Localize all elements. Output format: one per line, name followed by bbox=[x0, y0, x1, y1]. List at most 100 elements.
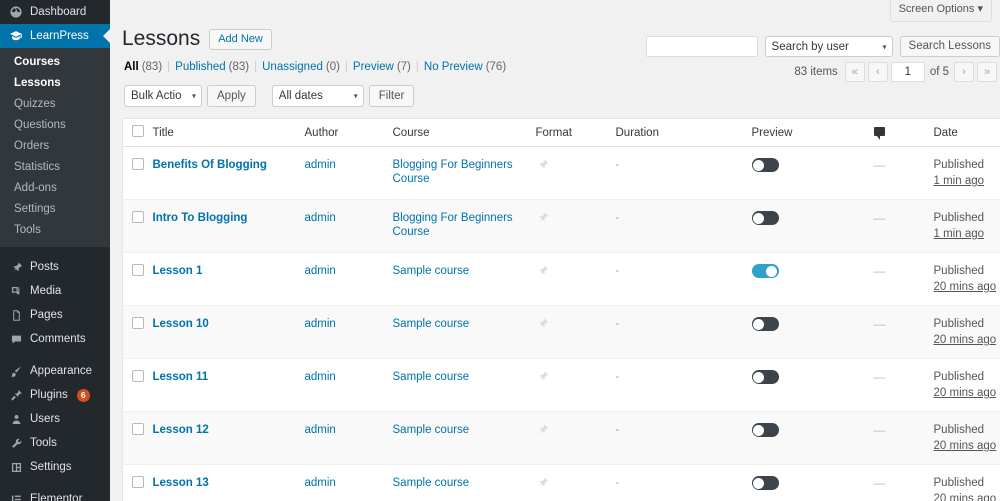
lesson-title-link[interactable]: Lesson 11 bbox=[153, 371, 209, 383]
author-link[interactable]: admin bbox=[305, 159, 336, 171]
column-comments[interactable] bbox=[873, 118, 934, 147]
filter-link-unassigned[interactable]: Unassigned bbox=[262, 61, 323, 73]
course-link[interactable]: Sample course bbox=[393, 477, 470, 489]
course-link[interactable]: Blogging For Beginners Course bbox=[393, 159, 513, 185]
row-checkbox[interactable] bbox=[132, 264, 144, 276]
column-author[interactable]: Author bbox=[304, 118, 393, 147]
course-link[interactable]: Blogging For Beginners Course bbox=[393, 212, 513, 238]
row-checkbox[interactable] bbox=[132, 423, 144, 435]
author-link[interactable]: admin bbox=[305, 371, 336, 383]
row-date-cell: Published 20 mins ago bbox=[933, 411, 1000, 465]
sidebar-item-label: Media bbox=[30, 285, 62, 297]
sidebar-item-media[interactable]: Media bbox=[0, 279, 110, 303]
author-link[interactable]: admin bbox=[305, 424, 336, 436]
row-author-cell: admin bbox=[304, 411, 393, 465]
all-dates-select[interactable]: All dates bbox=[271, 85, 364, 107]
lesson-title-link[interactable]: Intro To Blogging bbox=[153, 212, 248, 224]
search-lessons-button[interactable]: Search Lessons bbox=[899, 36, 1000, 57]
sidebar-subitem-statistics[interactable]: Statistics bbox=[0, 157, 110, 178]
sidebar-item-users[interactable]: Users bbox=[0, 407, 110, 431]
sidebar-item-appearance[interactable]: Appearance bbox=[0, 359, 110, 383]
post-date: 1 min ago bbox=[933, 228, 985, 240]
filter-count-preview: (7) bbox=[396, 61, 411, 73]
row-checkbox[interactable] bbox=[132, 211, 144, 223]
filter-link-all[interactable]: All bbox=[124, 61, 139, 73]
sidebar-item-plugins[interactable]: Plugins 6 bbox=[0, 383, 110, 407]
admin-sidebar: Dashboard LearnPress Courses Lessons Qui… bbox=[0, 0, 110, 501]
preview-toggle[interactable] bbox=[751, 370, 779, 384]
filter-link-preview[interactable]: Preview bbox=[353, 61, 394, 73]
add-new-button[interactable]: Add New bbox=[209, 28, 272, 50]
last-page-button[interactable]: » bbox=[977, 62, 997, 82]
sidebar-item-pages[interactable]: Pages bbox=[0, 303, 110, 327]
sidebar-item-comments[interactable]: Comments bbox=[0, 327, 110, 351]
row-checkbox-cell bbox=[122, 146, 153, 200]
column-duration[interactable]: Duration bbox=[615, 118, 752, 147]
column-format[interactable]: Format bbox=[535, 118, 616, 147]
sidebar-item-dashboard[interactable]: Dashboard bbox=[0, 0, 110, 24]
row-checkbox[interactable] bbox=[132, 370, 144, 382]
next-page-button[interactable]: › bbox=[954, 62, 974, 82]
toggle-knob bbox=[753, 477, 764, 489]
author-link[interactable]: admin bbox=[305, 265, 336, 277]
row-date-cell: Published 20 mins ago bbox=[933, 305, 1000, 359]
lesson-title-link[interactable]: Lesson 10 bbox=[153, 318, 209, 330]
sidebar-item-learnpress[interactable]: LearnPress bbox=[0, 24, 110, 48]
course-link[interactable]: Sample course bbox=[393, 318, 470, 330]
lesson-title-link[interactable]: Lesson 12 bbox=[153, 424, 209, 436]
column-course[interactable]: Course bbox=[392, 118, 536, 147]
sidebar-subitem-addons[interactable]: Add-ons bbox=[0, 178, 110, 199]
course-link[interactable]: Sample course bbox=[393, 424, 470, 436]
course-link[interactable]: Sample course bbox=[393, 371, 470, 383]
sidebar-subitem-lessons[interactable]: Lessons bbox=[0, 73, 110, 94]
filter-link-no-preview[interactable]: No Preview bbox=[424, 61, 483, 73]
apply-button[interactable]: Apply bbox=[207, 85, 256, 107]
row-duration-cell: - bbox=[615, 146, 752, 200]
column-date[interactable]: Date bbox=[933, 118, 1000, 147]
filter-button[interactable]: Filter bbox=[368, 85, 415, 107]
first-page-button[interactable]: « bbox=[844, 62, 865, 82]
course-link[interactable]: Sample course bbox=[393, 265, 470, 277]
screen-options-button[interactable]: Screen Options ▾ bbox=[889, 0, 992, 22]
search-input[interactable] bbox=[645, 36, 758, 57]
sidebar-subitem-orders[interactable]: Orders bbox=[0, 136, 110, 157]
duration-value: - bbox=[615, 318, 620, 330]
sidebar-subitem-settings[interactable]: Settings bbox=[0, 199, 110, 220]
row-checkbox-cell bbox=[122, 305, 153, 359]
sidebar-item-settings[interactable]: Settings bbox=[0, 455, 110, 479]
row-comments-cell: — bbox=[873, 146, 934, 200]
preview-toggle[interactable] bbox=[751, 211, 779, 225]
preview-toggle[interactable] bbox=[751, 317, 779, 331]
row-checkbox[interactable] bbox=[132, 476, 144, 488]
preview-toggle[interactable] bbox=[751, 423, 779, 437]
lesson-title-link[interactable]: Lesson 1 bbox=[153, 265, 203, 277]
prev-page-button[interactable]: ‹ bbox=[867, 62, 888, 82]
sidebar-subitem-tools[interactable]: Tools bbox=[0, 220, 110, 241]
sidebar-item-elementor[interactable]: Elementor bbox=[0, 487, 110, 501]
lesson-title-link[interactable]: Benefits Of Blogging bbox=[153, 159, 267, 171]
sidebar-subitem-courses[interactable]: Courses bbox=[0, 52, 110, 73]
author-link[interactable]: admin bbox=[305, 477, 336, 489]
author-link[interactable]: admin bbox=[305, 318, 336, 330]
row-course-cell: Sample course bbox=[392, 358, 536, 412]
row-checkbox[interactable] bbox=[132, 158, 144, 170]
column-title[interactable]: Title bbox=[152, 118, 305, 147]
select-all-checkbox[interactable] bbox=[132, 125, 144, 137]
filter-link-published[interactable]: Published bbox=[175, 61, 226, 73]
column-preview[interactable]: Preview bbox=[751, 118, 874, 147]
row-duration-cell: - bbox=[615, 199, 752, 253]
preview-toggle[interactable] bbox=[751, 158, 779, 172]
comments-count: — bbox=[873, 317, 886, 331]
sidebar-item-tools[interactable]: Tools bbox=[0, 431, 110, 455]
bulk-actions-select[interactable]: Bulk Actions bbox=[124, 85, 202, 107]
lesson-title-link[interactable]: Lesson 13 bbox=[153, 477, 209, 489]
current-page-input[interactable]: 1 bbox=[890, 62, 925, 82]
sidebar-subitem-questions[interactable]: Questions bbox=[0, 115, 110, 136]
preview-toggle[interactable] bbox=[751, 264, 779, 278]
row-checkbox[interactable] bbox=[132, 317, 144, 329]
author-link[interactable]: admin bbox=[305, 212, 336, 224]
sidebar-subitem-quizzes[interactable]: Quizzes bbox=[0, 94, 110, 115]
preview-toggle[interactable] bbox=[751, 476, 779, 490]
search-by-user-select[interactable]: Search by user bbox=[764, 36, 893, 57]
sidebar-item-posts[interactable]: Posts bbox=[0, 255, 110, 279]
